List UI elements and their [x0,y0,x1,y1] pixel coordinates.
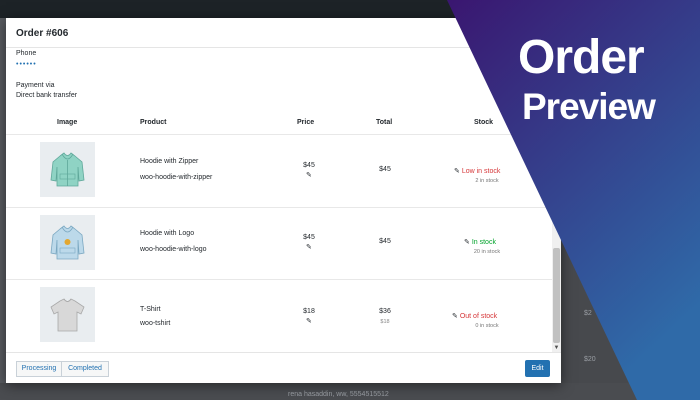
promo-title-line1: Order [518,31,645,84]
product-total: $45 [379,166,391,173]
phone-label: Phone [16,50,37,57]
stock-status-label: Out of stock [459,313,498,320]
column-header-image: Image [57,119,78,126]
column-header-total: Total [376,119,393,126]
admin-top-bar [0,0,700,18]
column-header-product: Product [140,119,167,126]
scroll-thumb[interactable] [553,248,560,343]
modal-title: Order #606 [16,28,69,39]
edit-price-icon[interactable]: ✎ [306,318,312,325]
row-divider [6,279,552,280]
product-name[interactable]: T-Shirt [140,306,161,313]
scroll-down-arrow[interactable]: ▼ [552,344,561,352]
product-sku: woo-hoodie-with-logo [140,246,207,253]
payment-label: Payment via [16,82,55,89]
bg-row-amount: $20 [584,356,596,363]
product-name[interactable]: Hoodie with Logo [140,230,194,237]
stock-count: 0 in stock [475,323,499,329]
product-name[interactable]: Hoodie with Zipper [140,158,198,165]
edit-price-icon[interactable]: ✎ [306,244,312,251]
row-divider [6,207,552,208]
column-header-price: Price [297,119,315,126]
product-price: $45 [303,234,315,241]
edit-order-button[interactable]: Edit [525,360,550,377]
column-header-stock: Stock [474,119,494,126]
completed-button[interactable]: Completed [61,361,109,377]
hoodie-logo-image [50,225,85,260]
stock-count: 2 in stock [475,178,499,184]
stock-status: ✎ Low in stock [454,167,500,175]
modal-footer: Processing Completed Edit [6,352,561,383]
product-price: $18 [303,308,315,315]
bg-row-text: rena hasaddin, ww, 5554515512 [288,391,389,398]
payment-value: Direct bank transfer [16,92,78,99]
tshirt-image [50,298,85,332]
edit-price-icon[interactable]: ✎ [306,172,312,179]
stock-status-label: In stock [471,239,496,246]
table-divider [6,134,552,135]
edit-stock-icon[interactable]: ✎ [452,313,458,320]
product-unit-price: $18 [380,319,390,325]
product-sku: woo-tshirt [140,320,171,327]
product-thumbnail[interactable] [40,142,95,197]
bg-row-amount: $2 [584,310,592,317]
product-total: $45 [379,238,391,245]
stock-status: ✎ In stock [464,238,496,246]
product-total: $36 [379,308,391,315]
stock-count: 20 in stock [473,249,501,255]
product-thumbnail[interactable] [40,287,95,342]
hoodie-image [50,152,85,187]
stock-status: ✎ Out of stock [452,312,497,320]
processing-button[interactable]: Processing [16,361,62,377]
edit-stock-icon[interactable]: ✎ [464,239,470,246]
product-price: $45 [303,162,315,169]
promo-title-line2: Preview [522,86,656,127]
product-sku: woo-hoodie-with-zipper [140,174,213,181]
edit-stock-icon[interactable]: ✎ [454,168,460,175]
order-preview-modal: Order #606 Phone •••••• Payment via Dire… [6,18,561,383]
phone-value[interactable]: •••••• [16,61,37,68]
modal-header: Order #606 [6,18,561,48]
modal-body: Phone •••••• Payment via Direct bank tra… [6,48,552,352]
stock-status-label: Low in stock [461,168,501,175]
product-thumbnail[interactable] [40,215,95,270]
